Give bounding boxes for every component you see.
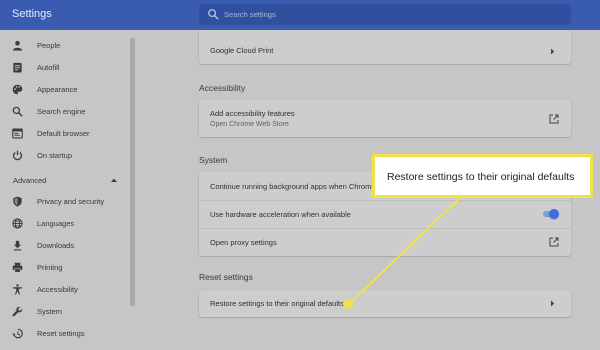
sidebar-item-accessibility[interactable]: Accessibility [0, 281, 128, 299]
download-icon [13, 240, 22, 251]
google-cloud-print-label: Google Cloud Print [210, 46, 274, 55]
sidebar-item-languages[interactable]: Languages [0, 215, 128, 233]
search-input[interactable] [224, 4, 554, 25]
toggle-knob [549, 209, 559, 219]
sidebar-item-label: Languages [37, 219, 75, 228]
section-title-reset-settings: Reset settings [199, 272, 253, 282]
sidebar-item-label: Default browser [37, 129, 90, 138]
printer-icon [12, 262, 23, 273]
sidebar-item-label: Appearance [37, 85, 78, 94]
sidebar-item-default-browser[interactable]: Default browser [0, 125, 128, 143]
callout-text: Restore settings to their original defau… [387, 171, 575, 183]
external-link-icon[interactable] [549, 237, 559, 247]
proxy-settings-row[interactable]: Open proxy settings [199, 228, 571, 256]
palette-icon [12, 84, 23, 95]
add-accessibility-features-label: Add accessibility features [210, 109, 295, 118]
browser-window-icon [12, 128, 23, 139]
printing-card: Google Cloud Print [199, 30, 571, 64]
background-apps-label: Continue running background apps when Ch… [210, 182, 384, 191]
search-box[interactable] [199, 4, 571, 25]
sidebar-item-search-engine[interactable]: Search engine [0, 103, 128, 121]
external-link-icon[interactable] [549, 114, 559, 124]
sidebar-item-label: On startup [37, 151, 73, 160]
sidebar-scrollbar[interactable] [130, 38, 135, 306]
google-cloud-print-row[interactable]: Google Cloud Print [199, 36, 571, 64]
wrench-icon [12, 306, 23, 317]
open-web-store-sublabel: Open Chrome Web Store [210, 121, 289, 128]
person-icon [12, 40, 23, 51]
sidebar-item-reset-settings[interactable]: Reset settings [0, 325, 128, 343]
add-accessibility-features-row[interactable]: Add accessibility features Open Chrome W… [199, 100, 571, 137]
sidebar: People Autofill Appearance Search engine [0, 30, 133, 350]
shield-icon [13, 196, 22, 207]
accessibility-card: Add accessibility features Open Chrome W… [199, 100, 571, 137]
sidebar-item-printing[interactable]: Printing [0, 259, 128, 277]
sidebar-item-label: System [37, 307, 63, 316]
callout-box: Restore settings to their original defau… [372, 154, 593, 198]
hardware-acceleration-toggle[interactable] [542, 209, 559, 219]
chevron-right-icon [551, 300, 555, 307]
sidebar-item-label: Downloads [37, 241, 75, 250]
sidebar-item-label: Reset settings [37, 329, 85, 338]
hardware-acceleration-label: Use hardware acceleration when available [210, 210, 351, 219]
clipboard-icon [13, 62, 22, 73]
advanced-header[interactable]: Advanced [13, 176, 46, 185]
sidebar-item-label: Accessibility [37, 285, 78, 294]
sidebar-item-label: Search engine [37, 107, 86, 116]
sidebar-item-downloads[interactable]: Downloads [0, 237, 128, 255]
globe-icon [12, 218, 23, 229]
sidebar-item-label: Autofill [37, 63, 60, 72]
proxy-settings-label: Open proxy settings [210, 238, 277, 247]
section-title-system: System [199, 155, 228, 165]
sidebar-item-system[interactable]: System [0, 303, 128, 321]
chevron-up-icon[interactable] [110, 177, 118, 183]
accessibility-icon [12, 284, 23, 295]
search-icon [12, 106, 23, 117]
sidebar-item-people[interactable]: People [0, 37, 128, 55]
sidebar-item-label: Privacy and security [37, 197, 105, 206]
restore-defaults-label: Restore settings to their original defau… [210, 299, 344, 308]
sidebar-item-label: Printing [37, 263, 63, 272]
sidebar-item-appearance[interactable]: Appearance [0, 81, 128, 99]
app-title: Settings [12, 8, 52, 20]
section-title-accessibility: Accessibility [199, 83, 246, 93]
power-icon [12, 150, 23, 161]
restore-defaults-row[interactable]: Restore settings to their original defau… [199, 290, 571, 317]
top-bar: Settings [0, 0, 600, 30]
reset-icon [12, 328, 23, 339]
hardware-acceleration-row[interactable]: Use hardware acceleration when available [199, 200, 571, 228]
sidebar-item-autofill[interactable]: Autofill [0, 59, 128, 77]
search-icon [208, 9, 219, 20]
sidebar-item-privacy-security[interactable]: Privacy and security [0, 193, 128, 211]
sidebar-item-on-startup[interactable]: On startup [0, 147, 128, 165]
chevron-right-icon [551, 48, 555, 55]
sidebar-item-label: People [37, 41, 61, 50]
reset-settings-card: Restore settings to their original defau… [199, 290, 571, 317]
